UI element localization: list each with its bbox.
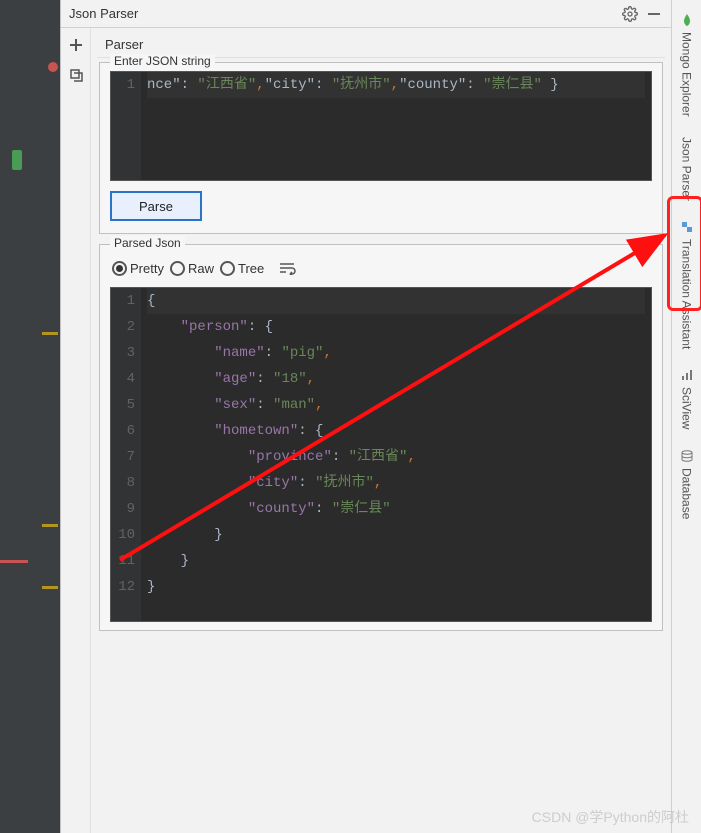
wrap-toggle-icon[interactable] (278, 259, 298, 277)
input-legend: Enter JSON string (110, 54, 215, 68)
radio-tree[interactable]: Tree (220, 261, 264, 276)
content-column: Parser Enter JSON string 1 nce": "江西省","… (91, 28, 671, 833)
warning-marker-icon (42, 332, 58, 335)
warning-marker-icon (42, 586, 58, 589)
add-icon[interactable] (67, 36, 85, 54)
parsed-legend: Parsed Json (110, 236, 185, 250)
chart-icon (680, 369, 694, 383)
parse-button[interactable]: Parse (110, 191, 202, 221)
panel-header: Json Parser (61, 0, 671, 28)
tab-mongo-explorer[interactable]: Mongo Explorer (677, 4, 697, 127)
copy-icon[interactable] (67, 66, 85, 84)
minimize-icon[interactable] (645, 5, 663, 23)
radio-tree-label: Tree (238, 261, 264, 276)
tab-database[interactable]: Database (677, 440, 697, 529)
tool-column (61, 28, 91, 833)
warning-marker-icon (42, 524, 58, 527)
panel-title: Json Parser (69, 6, 615, 21)
watermark-text: CSDN @学Python的阿杜 (532, 807, 689, 827)
tab-translation-assistant[interactable]: Translation Assistant (677, 211, 697, 359)
error-indicator-icon (48, 62, 58, 72)
json-parser-panel: Json Parser Parser Enter JSON string 1 n… (60, 0, 671, 833)
error-marker-icon (0, 560, 28, 563)
radio-pretty-label: Pretty (130, 261, 164, 276)
json-input-editor[interactable]: 1 nce": "江西省","city": "抚州市","county": "崇… (110, 71, 652, 181)
settings-gear-icon[interactable] (621, 5, 639, 23)
parsed-fieldset: Parsed Json Pretty Raw Tree 123456789101… (99, 244, 663, 631)
run-marker-icon (12, 150, 22, 170)
database-icon (680, 450, 694, 464)
input-fieldset: Enter JSON string 1 nce": "江西省","city": … (99, 62, 663, 234)
tab-sciview[interactable]: SciView (677, 359, 697, 439)
right-sidebar: Mongo Explorer Json Parser Translation A… (671, 0, 701, 833)
parsed-output-editor[interactable]: 123456789101112 { "person": { "name": "p… (110, 287, 652, 622)
tab-json-parser[interactable]: Json Parser (677, 127, 697, 211)
radio-raw-label: Raw (188, 261, 214, 276)
view-mode-row: Pretty Raw Tree (110, 253, 652, 287)
leaf-icon (680, 14, 694, 28)
ide-left-gutter (0, 0, 60, 833)
translate-icon (680, 221, 694, 235)
radio-pretty[interactable]: Pretty (112, 261, 164, 276)
radio-raw[interactable]: Raw (170, 261, 214, 276)
